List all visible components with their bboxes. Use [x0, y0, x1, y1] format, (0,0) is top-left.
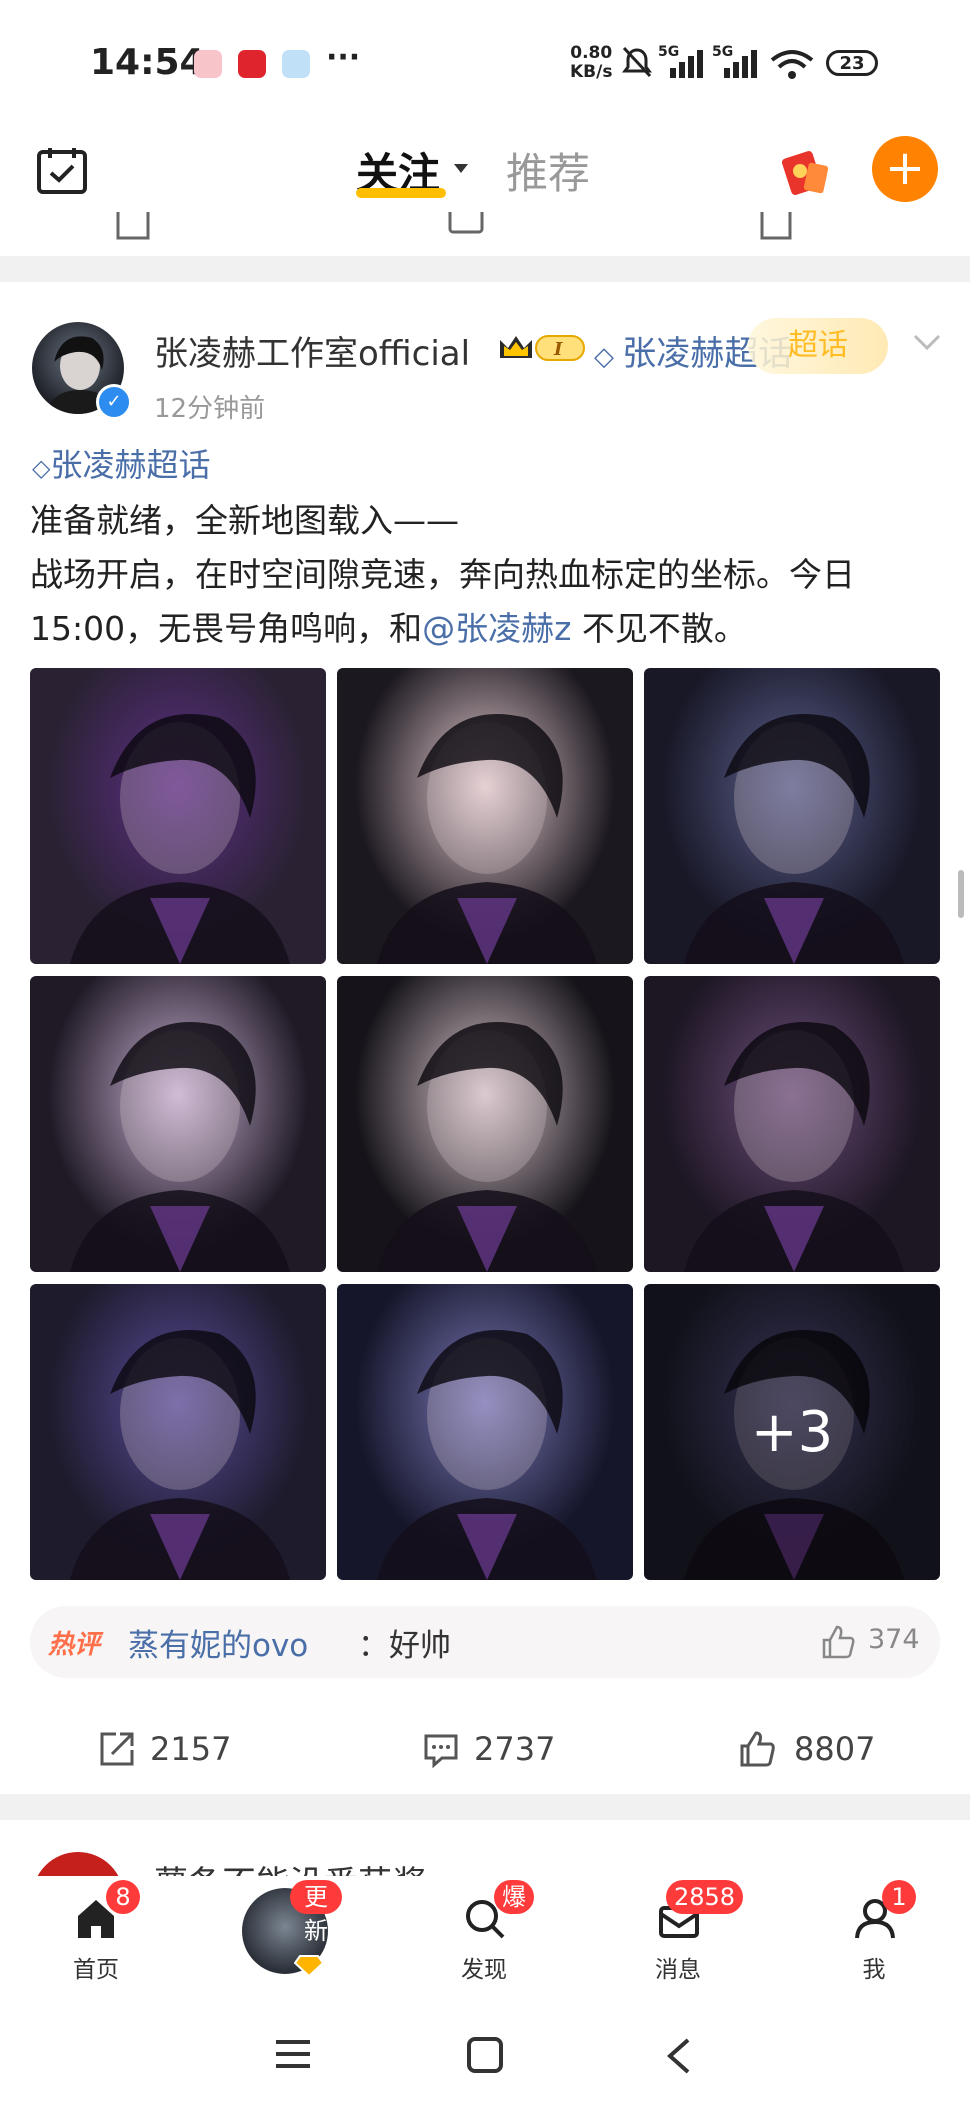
post-image[interactable] [644, 668, 940, 964]
verified-badge-icon: ✓ [96, 384, 132, 420]
tab-following-updates[interactable]: 更新 [222, 1876, 342, 1996]
portrait-silhouette [70, 1022, 290, 1272]
post-image[interactable] [30, 1284, 326, 1580]
tab-discover-label: 发现 [461, 1957, 507, 1983]
thumbs-up-icon[interactable] [820, 1624, 856, 1660]
scrollbar-thumb[interactable] [958, 870, 964, 918]
tab-home[interactable]: 8 首页 [36, 1876, 156, 1996]
battery-indicator: 23 [826, 50, 878, 76]
post-image[interactable] [644, 976, 940, 1272]
post-text-line: 战场开启，在时空间隙竞速，奔向热血标定的坐标。今日 [30, 555, 855, 594]
back-icon[interactable] [664, 2036, 694, 2076]
post-text-line: 15:00，无畏号角鸣响，和@张凌赫z 不见不散。 [30, 602, 747, 650]
me-badge: 1 [882, 1880, 916, 1914]
comment-icon[interactable] [448, 212, 484, 242]
post-image[interactable] [30, 668, 326, 964]
tab-home-label: 首页 [73, 1957, 119, 1983]
chevron-down-icon[interactable] [912, 332, 942, 352]
tab-recommend[interactable]: 推荐 [506, 140, 590, 201]
system-navigation-bar [0, 1996, 970, 2110]
wifi-icon [770, 50, 814, 79]
compose-plus-button[interactable]: + [872, 136, 938, 202]
feed-separator [0, 1794, 970, 1820]
post-text-segment: 不见不散。 [571, 609, 747, 648]
hot-comment-label: 热评 [48, 1630, 101, 1660]
post-topic-link[interactable]: ◇张凌赫超话 [32, 440, 210, 486]
crown-level-badge-icon[interactable]: I [496, 330, 588, 364]
portrait-silhouette [70, 714, 290, 964]
post-image[interactable] [337, 976, 633, 1272]
comment-icon[interactable] [422, 1730, 460, 1768]
status-bar: 14:54 ··· 0.80 KB/s 5G 5G 23 [0, 0, 970, 120]
tab-discover[interactable]: 爆 发现 [424, 1876, 544, 1996]
supertopic-sticker: 超话 [748, 318, 888, 374]
post-topic-label: 张凌赫超话 [50, 446, 211, 484]
hot-comment-likes: 374 [868, 1624, 920, 1655]
portrait-silhouette [684, 1022, 904, 1272]
signal-bars-icon [724, 50, 757, 78]
post-image[interactable] [30, 976, 326, 1272]
post-image[interactable] [337, 668, 633, 964]
hot-comment[interactable]: 热评 蒸有妮的ovo ：好帅 374 [30, 1606, 940, 1678]
post-timestamp: 12分钟前 [154, 394, 266, 424]
repost-icon[interactable] [116, 212, 152, 242]
diamond-icon: ◇ [594, 342, 623, 372]
previous-post-actions [0, 208, 970, 242]
post-image[interactable] [337, 1284, 633, 1580]
tab-me-label: 我 [862, 1957, 886, 1983]
crown-level: I [553, 339, 563, 360]
app-notification-icon [194, 50, 222, 78]
dropdown-arrow-icon[interactable] [454, 164, 468, 173]
net-speed-value: 0.80 [570, 43, 613, 63]
repost-icon[interactable] [98, 1730, 136, 1768]
tab-active-underline [356, 188, 446, 198]
signal-bars-icon [670, 50, 703, 78]
calendar-check-icon[interactable] [36, 146, 88, 194]
like-count[interactable]: 8807 [794, 1730, 875, 1768]
like-icon[interactable] [738, 1730, 776, 1768]
more-notifications-icon: ··· [326, 40, 361, 75]
status-time: 14:54 [90, 42, 205, 83]
net-speed: 0.80 KB/s [570, 44, 612, 82]
diamond-icon: ◇ [32, 454, 51, 482]
portrait-silhouette [377, 1022, 597, 1272]
hot-comment-text: ：好帅 [358, 1628, 451, 1664]
home-square-icon[interactable] [466, 2036, 504, 2074]
tab-messages-label: 消息 [655, 1957, 701, 1983]
red-packet-icon[interactable] [776, 146, 830, 196]
more-images-overlay[interactable]: +3 [644, 1284, 940, 1580]
app-notification-icon [238, 50, 266, 78]
repost-count[interactable]: 2157 [150, 1730, 231, 1768]
portrait-silhouette [70, 1330, 290, 1580]
post-username[interactable]: 薯条不能没番茄酱 [154, 1856, 426, 1878]
portrait-silhouette [377, 1330, 597, 1580]
bottom-tab-bar: 8 首页 更新 爆 发现 2858 消息 1 我 [0, 1876, 970, 1996]
post-text-segment: 15:00，无畏号角鸣响，和 [30, 609, 423, 648]
home-badge: 8 [106, 1880, 140, 1914]
update-badge: 更新 [290, 1880, 342, 1945]
diamond-badge-icon [294, 1955, 324, 1978]
app-notification-icon [282, 50, 310, 78]
mention-link[interactable]: @张凌赫z [422, 609, 571, 648]
comment-count[interactable]: 2737 [474, 1730, 555, 1768]
post-username[interactable]: 张凌赫工作室official [154, 326, 470, 375]
post-text-line: 准备就绪，全新地图载入—— [30, 501, 459, 540]
portrait-silhouette [377, 714, 597, 964]
menu-icon[interactable] [274, 2038, 312, 2070]
portrait-silhouette [684, 714, 904, 964]
mute-bell-icon [622, 46, 652, 78]
discover-badge: 爆 [494, 1880, 534, 1914]
feed-separator [0, 256, 970, 282]
like-icon[interactable] [758, 212, 794, 242]
net-speed-unit: KB/s [570, 62, 613, 82]
tab-me[interactable]: 1 我 [814, 1876, 934, 1996]
messages-badge: 2858 [666, 1880, 744, 1914]
hot-comment-user[interactable]: 蒸有妮的ovo [128, 1620, 308, 1665]
tab-messages[interactable]: 2858 消息 [618, 1876, 744, 1996]
